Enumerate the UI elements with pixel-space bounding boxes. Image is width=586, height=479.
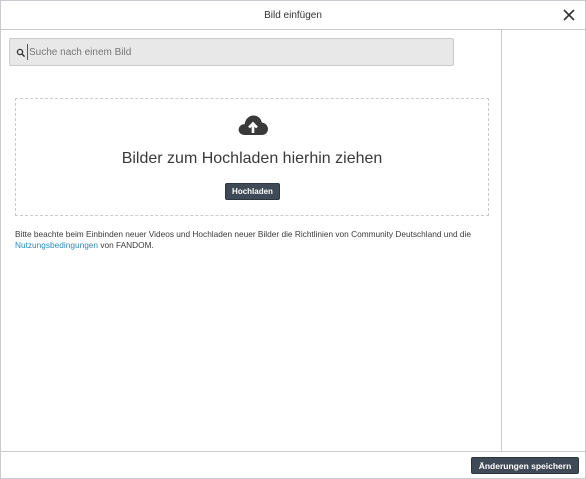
insert-image-dialog: Bild einfügen Bilder zum Hochladen hierh… bbox=[0, 0, 586, 479]
policy-notice: Bitte beachte beim Einbinden neuer Video… bbox=[15, 229, 495, 251]
dialog-titlebar: Bild einfügen bbox=[1, 1, 585, 30]
search-box bbox=[9, 38, 454, 66]
main-panel: Bilder zum Hochladen hierhin ziehen Hoch… bbox=[1, 30, 502, 451]
search-input[interactable] bbox=[27, 44, 449, 60]
search-icon bbox=[16, 48, 26, 58]
cloud-upload-icon bbox=[238, 115, 268, 135]
close-icon[interactable] bbox=[561, 7, 577, 23]
upload-dropzone[interactable]: Bilder zum Hochladen hierhin ziehen Hoch… bbox=[15, 98, 489, 216]
terms-of-use-link[interactable]: Nutzungsbedingungen bbox=[15, 240, 98, 250]
notice-text: Bitte beachte beim Einbinden neuer Video… bbox=[15, 229, 472, 239]
dialog-title: Bild einfügen bbox=[264, 10, 322, 21]
dropzone-text: Bilder zum Hochladen hierhin ziehen bbox=[121, 150, 383, 167]
dialog-footer: Änderungen speichern bbox=[1, 451, 585, 478]
save-changes-button[interactable]: Änderungen speichern bbox=[471, 457, 579, 474]
notice-text-end: von FANDOM. bbox=[98, 240, 154, 250]
upload-button[interactable]: Hochladen bbox=[225, 183, 280, 200]
